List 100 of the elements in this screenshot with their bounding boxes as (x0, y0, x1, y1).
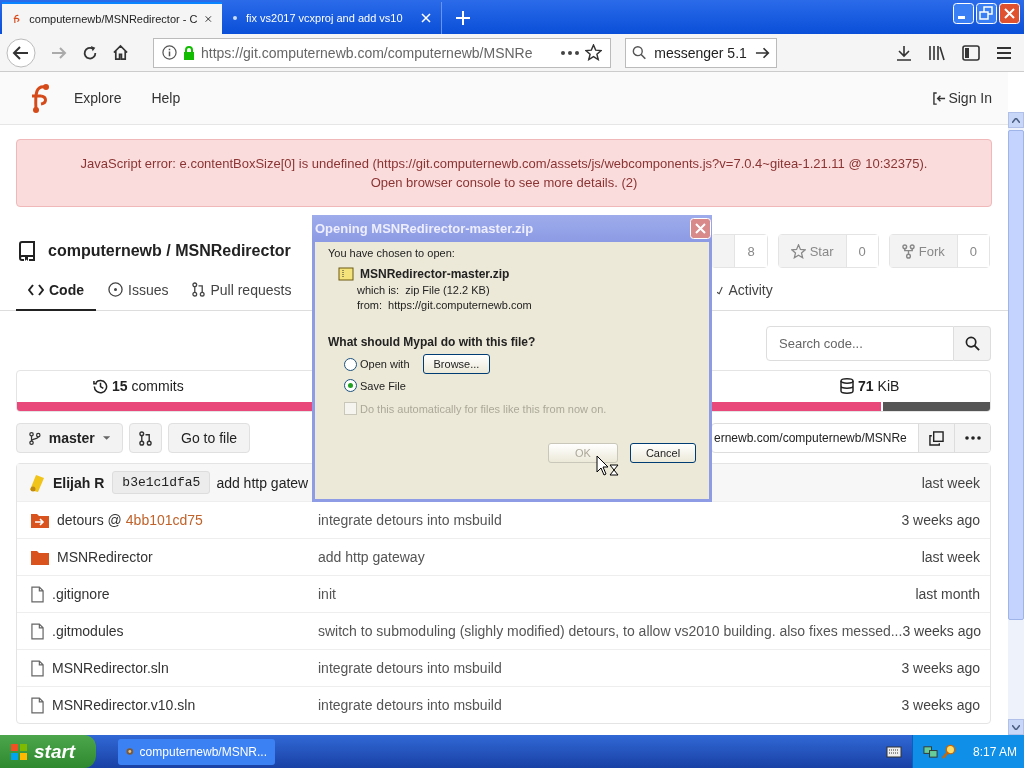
scroll-thumb[interactable] (1008, 130, 1024, 620)
search-icon[interactable] (942, 744, 957, 759)
repo-tab[interactable]: Pull requests (180, 270, 304, 311)
file-icon (31, 622, 44, 640)
file-name: MSNRedirector-master.zip (360, 267, 510, 281)
menu-icon[interactable] (996, 45, 1012, 60)
submodule-commit-link[interactable]: 4bb101cd75 (125, 512, 203, 528)
start-button[interactable]: start (0, 735, 96, 768)
info-icon[interactable] (162, 45, 177, 60)
browser-tab[interactable]: computernewb/MSNRedirector - C (2, 2, 222, 34)
clock: 8:17 AM (973, 744, 1018, 759)
taskbar-button[interactable]: computernewb/MSNR... (118, 738, 275, 765)
database-icon (840, 378, 854, 394)
avatar-icon (27, 472, 47, 493)
arrow-icon[interactable] (754, 45, 770, 60)
dialog-question: What should Mypal do with this file? (328, 335, 537, 349)
file-icon (31, 696, 44, 714)
file-name[interactable]: MSNRedirector.sln (52, 660, 169, 676)
repo-tab[interactable]: Code (16, 270, 96, 311)
commit-sha[interactable]: b3e1c1dfa5 (112, 471, 211, 494)
scroll-up-button[interactable] (1008, 112, 1024, 128)
field-label: which is: (357, 284, 400, 296)
fork-button[interactable]: Fork 0 (888, 234, 990, 268)
code-search-field[interactable]: Search code... (766, 326, 954, 361)
radio-button[interactable] (344, 357, 357, 371)
commit-message[interactable]: integrate detours into msbuild (318, 660, 502, 676)
more-icon[interactable] (561, 50, 579, 55)
tab-title: computernewb/MSNRedirector - C (29, 13, 198, 25)
nav-link[interactable]: Help (151, 90, 181, 106)
minimize-icon[interactable] (953, 3, 974, 24)
star-icon (790, 243, 806, 259)
windows-flag-icon (10, 742, 28, 761)
size-label: 71 KiB (840, 378, 900, 394)
restore-icon[interactable] (976, 3, 997, 24)
folder-icon (31, 549, 49, 565)
watch-button[interactable]: 8 (711, 234, 768, 268)
commits-link[interactable]: 15 commits (93, 378, 184, 394)
close-icon[interactable] (205, 14, 212, 24)
file-name[interactable]: MSNRedirector.v10.sln (52, 697, 196, 713)
keyboard-icon[interactable] (886, 745, 902, 758)
search-field[interactable]: messenger 5.1 (625, 37, 777, 68)
history-icon (93, 378, 108, 394)
network-icon[interactable] (923, 744, 938, 759)
commit-time: 3 weeks ago (901, 697, 980, 713)
file-source: https://git.computernewb.com (388, 299, 532, 311)
file-name[interactable]: .gitignore (52, 586, 110, 602)
commit-time: last week (921, 474, 980, 491)
nav-link[interactable]: Explore (74, 90, 122, 106)
radio-button[interactable] (344, 379, 357, 392)
commit-message[interactable]: integrate detours into msbuild (318, 697, 502, 713)
reload-icon[interactable] (82, 44, 98, 61)
dialog-title: Opening MSNRedirector-master.zip (315, 221, 534, 236)
file-icon (31, 585, 44, 603)
fork-icon (901, 243, 915, 259)
go-to-file-button[interactable]: Go to file (168, 423, 251, 453)
commit-message[interactable]: init (318, 586, 336, 602)
back-icon[interactable] (6, 37, 36, 68)
star-icon[interactable] (585, 44, 602, 61)
commit-time: 3 weeks ago (901, 660, 980, 676)
branch-icon (29, 430, 41, 446)
scrollbar[interactable] (1008, 112, 1024, 735)
author-name[interactable]: Elijah R (53, 474, 105, 491)
code-icon (28, 283, 44, 296)
download-icon[interactable] (896, 44, 912, 61)
lock-icon (183, 45, 195, 60)
commit-time: last week (921, 549, 980, 565)
option-label[interactable]: Save File (360, 379, 406, 392)
field-label: from: (357, 299, 383, 311)
repo-tab[interactable]: Activity (705, 270, 785, 311)
sidebar-icon[interactable] (962, 44, 980, 61)
plus-icon[interactable] (456, 11, 470, 25)
repo-title[interactable]: computernewb / MSNRedirector (48, 242, 291, 260)
compare-button[interactable] (129, 423, 162, 453)
pull-request-icon (139, 430, 152, 446)
file-name[interactable]: MSNRedirector (57, 549, 153, 565)
star-button[interactable]: Star 0 (777, 234, 879, 268)
branch-dropdown[interactable]: master (16, 423, 123, 453)
library-icon[interactable] (928, 44, 946, 61)
submodule-folder-icon (31, 512, 49, 528)
dot-icon (232, 15, 238, 21)
commit-message[interactable]: switch to submoduling (slighly modified) detours, to allow vs2010 building. also fixes messed... (318, 623, 903, 639)
search-icon (964, 336, 980, 351)
repo-tab[interactable]: Issues (96, 270, 181, 311)
file-type: zip File (12.2 KB) (405, 284, 490, 296)
home-icon[interactable] (112, 44, 129, 61)
commit-message[interactable]: add http gateway (318, 549, 425, 565)
search-button[interactable] (954, 326, 991, 361)
browse-button[interactable]: Browse... (422, 354, 491, 374)
pull-request-icon (192, 282, 206, 297)
file-name[interactable]: detours @ (57, 512, 122, 528)
commit-time: 3 weeks ago (901, 512, 980, 528)
zip-file-icon (338, 267, 354, 281)
commit-message[interactable]: integrate detours into msbuild (318, 512, 502, 528)
sign-in-link[interactable]: Sign In (933, 90, 992, 106)
cancel-button[interactable]: Cancel (630, 443, 696, 463)
commit-message[interactable]: add http gatew (216, 474, 309, 491)
scroll-down-button[interactable] (1008, 719, 1024, 735)
address-bar[interactable]: https://git.computernewb.com/computernewb/MSNRe (153, 37, 611, 68)
file-name[interactable]: .gitmodules (52, 623, 124, 639)
option-label[interactable]: Open with (360, 358, 410, 370)
